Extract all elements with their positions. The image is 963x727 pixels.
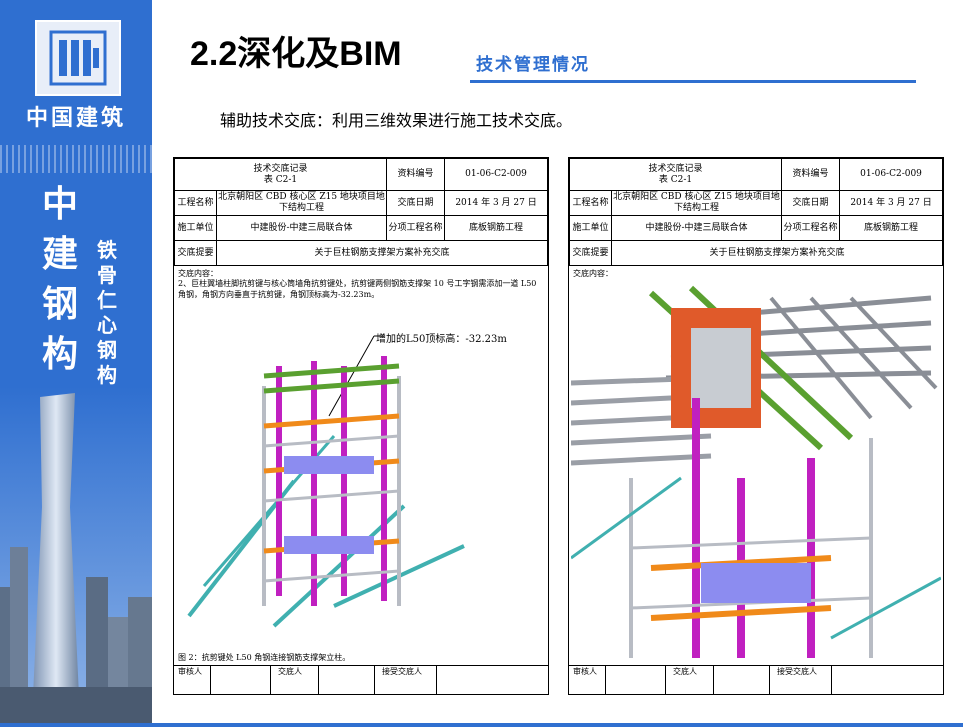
slogan-char: 骨 — [97, 263, 117, 287]
sub-value: 底板钢筋工程 — [839, 215, 943, 241]
signature-row: 审核人 交底人 接受交底人 — [569, 665, 943, 694]
content-note: 2、巨柱翼墙柱脚抗剪键与核心筒墙角抗剪键处，抗剪键两侧钢筋支撑架 10 号工字钢… — [178, 279, 537, 299]
doc-no-label: 资料编号 — [781, 158, 841, 191]
footer-divider — [210, 666, 211, 694]
figure-caption: 图 2：抗剪键处 L50 角钢连接钢筋支撑架立柱。 — [178, 653, 351, 662]
record-header-table: 技术交底记录表 C2-1 资料编号 01-06-C2-009 工程名称 北京朝阳… — [173, 158, 548, 266]
project-value: 北京朝阳区 CBD 核心区 Z15 地块项目地下结构工程 — [215, 190, 388, 216]
footer-divider — [605, 666, 606, 694]
date-label: 交底日期 — [386, 190, 446, 216]
disclosure-record-right: 技术交底记录表 C2-1 资料编号 01-06-C2-009 工程名称 北京朝阳… — [568, 157, 944, 695]
slogan-char: 钢 — [97, 338, 117, 362]
record-heading: 技术交底记录表 C2-1 — [173, 158, 388, 191]
reviewer-label: 审核人 — [178, 667, 202, 676]
footer-divider — [436, 666, 437, 694]
disclosure-content: 交底内容： — [569, 266, 943, 665]
bottom-accent-strip — [0, 723, 963, 727]
footer-divider — [318, 666, 319, 694]
sub-label: 分项工程名称 — [386, 215, 446, 241]
brand-sidebar: 中国建筑 中 建 钢 构 铁 骨 仁 心 钢 构 未 来 — [0, 0, 152, 727]
receiver-label: 接受交底人 — [382, 667, 422, 676]
footer-divider — [665, 666, 666, 694]
doc-no-value: 01-06-C2-009 — [444, 158, 548, 191]
receiver-label: 接受交底人 — [777, 667, 817, 676]
cscec-logo-icon — [49, 30, 107, 86]
date-value: 2014 年 3 月 27 日 — [839, 190, 943, 216]
project-label: 工程名称 — [174, 190, 217, 216]
record-header-table: 技术交底记录表 C2-1 资料编号 01-06-C2-009 工程名称 北京朝阳… — [568, 158, 943, 266]
slogan-char: 心 — [97, 313, 117, 337]
project-value: 北京朝阳区 CBD 核心区 Z15 地块项目地下结构工程 — [610, 190, 783, 216]
bim-model-left — [187, 335, 465, 628]
slogan-char: 仁 — [97, 288, 117, 312]
big-char: 建 — [41, 234, 78, 275]
doc-no-label: 资料编号 — [386, 158, 446, 191]
date-value: 2014 年 3 月 27 日 — [444, 190, 548, 216]
unit-label: 施工单位 — [174, 215, 217, 241]
brand-name: 中国建筑 — [25, 106, 126, 131]
sub-label: 分项工程名称 — [781, 215, 841, 241]
footer-divider — [374, 666, 375, 694]
big-char: 钢 — [41, 284, 78, 325]
summary-label: 交底提要 — [569, 240, 612, 266]
header-rule — [470, 80, 916, 83]
unit-value: 中建股份-中建三局联合体 — [215, 215, 388, 241]
footer-divider — [831, 666, 832, 694]
signature-row: 审核人 交底人 接受交底人 — [174, 665, 548, 694]
disclosure-content: 交底内容： 2、巨柱翼墙柱脚抗剪键与核心筒墙角抗剪键处，抗剪键两侧钢筋支撑架 1… — [174, 266, 548, 665]
unit-value: 中建股份-中建三局联合体 — [610, 215, 783, 241]
discloser-label: 交底人 — [278, 667, 302, 676]
unit-label: 施工单位 — [569, 215, 612, 241]
page-title: 2.2深化及BIM — [190, 35, 402, 73]
section-subtitle: 技术管理情况 — [476, 55, 590, 75]
footer-divider — [270, 666, 271, 694]
city-skyline-image — [0, 387, 152, 727]
intro-text: 辅助技术交底：利用三维效果进行施工技术交底。 — [220, 111, 573, 130]
project-label: 工程名称 — [569, 190, 612, 216]
decorative-pattern — [0, 145, 152, 173]
discloser-label: 交底人 — [673, 667, 697, 676]
sub-value: 底板钢筋工程 — [444, 215, 548, 241]
slogan-char: 构 — [97, 363, 117, 387]
cscec-logo — [35, 20, 121, 96]
brand-big-chars: 中 建 钢 构 — [30, 180, 90, 380]
big-char: 构 — [41, 334, 78, 375]
slogan-char: 铁 — [97, 238, 117, 262]
reviewer-label: 审核人 — [573, 667, 597, 676]
summary-value: 关于巨柱钢筋支撑架方案补充交底 — [216, 240, 548, 266]
bim-model-right — [571, 285, 941, 658]
disclosure-record-left: 技术交底记录表 C2-1 资料编号 01-06-C2-009 工程名称 北京朝阳… — [173, 157, 549, 695]
doc-no-value: 01-06-C2-009 — [839, 158, 943, 191]
footer-divider — [769, 666, 770, 694]
footer-divider — [713, 666, 714, 694]
summary-label: 交底提要 — [174, 240, 217, 266]
record-heading: 技术交底记录表 C2-1 — [568, 158, 783, 191]
elevation-callout: 增加的L50顶标高：-32.23m — [376, 334, 507, 345]
date-label: 交底日期 — [781, 190, 841, 216]
summary-value: 关于巨柱钢筋支撑架方案补充交底 — [611, 240, 943, 266]
big-char: 中 — [41, 184, 78, 225]
